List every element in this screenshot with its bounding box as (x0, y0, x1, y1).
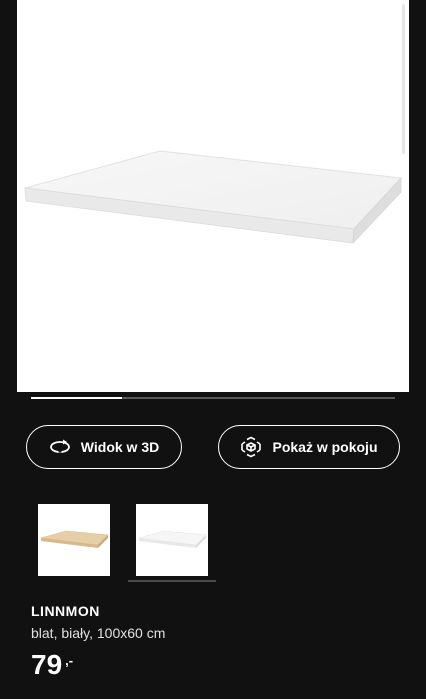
show-in-room-label: Pokaż w pokoju (272, 439, 378, 455)
product-name: LINNMON (31, 603, 100, 619)
gallery-progress-fill (31, 397, 122, 399)
product-main-image[interactable] (17, 0, 409, 392)
tabletop-image (24, 150, 403, 245)
white-tabletop-image (138, 530, 207, 548)
product-description: blat, biały, 100x60 cm (31, 625, 166, 641)
ar-cube-icon (240, 436, 262, 458)
scrollbar[interactable] (402, 4, 405, 154)
gallery-progress-track (31, 397, 395, 399)
oak-tabletop-image (40, 530, 109, 548)
thumbnail-white-variant[interactable] (136, 504, 208, 576)
rotate-3d-icon (49, 439, 71, 455)
product-price: 79 ,- (31, 649, 73, 681)
selected-thumbnail-indicator (128, 580, 216, 582)
show-in-room-button[interactable]: Pokaż w pokoju (218, 425, 400, 469)
thumbnail-oak-variant[interactable] (38, 504, 110, 576)
view-3d-button[interactable]: Widok w 3D (26, 425, 182, 469)
price-value: 79 (31, 649, 63, 680)
price-suffix: ,- (65, 653, 74, 668)
view-3d-label: Widok w 3D (80, 439, 160, 455)
